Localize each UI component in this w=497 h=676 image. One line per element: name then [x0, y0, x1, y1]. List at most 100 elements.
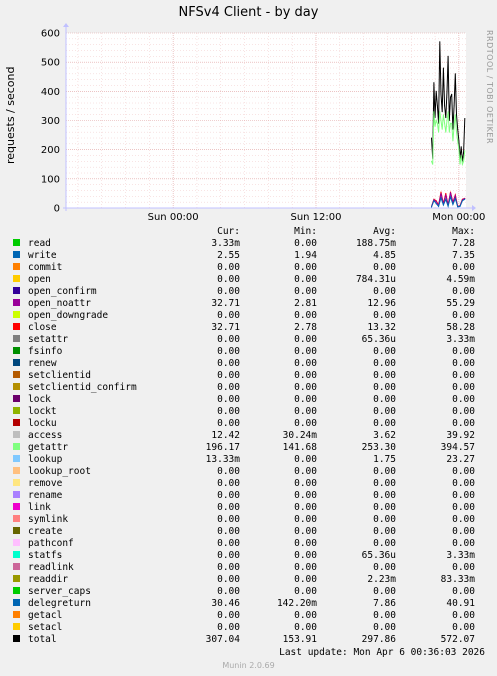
legend-row: open 0.00 0.00 784.31u 4.59m	[10, 274, 475, 286]
legend-max-value: 0.00	[452, 358, 475, 369]
data-point-getattr	[450, 122, 451, 124]
data-point-delegreturn	[447, 205, 449, 207]
legend-row: server_caps 0.00 0.00 0.00 0.00	[10, 586, 475, 598]
legend-avg-value: 0.00	[373, 502, 396, 513]
legend-min-value: 141.68	[282, 442, 317, 453]
legend-max-value: 0.00	[452, 418, 475, 429]
legend-avg-value: 1.75	[373, 454, 396, 465]
legend-min-value: 0.00	[294, 478, 317, 489]
legend-max-value: 3.33m	[446, 550, 475, 561]
legend-min-value: 1.94	[294, 250, 317, 261]
data-point-total	[431, 137, 432, 139]
legend-table: Cur: Min: Avg: Max: read 3.33m 0.00 188.75m…	[10, 226, 475, 646]
legend-row: setacl 0.00 0.00 0.00 0.00	[10, 622, 475, 634]
data-point-getattr	[460, 155, 462, 156]
legend-avg-value: 65.36u	[361, 334, 396, 345]
data-point-getattr	[446, 120, 448, 121]
data-point-total	[453, 105, 455, 107]
legend-max-value: 0.00	[452, 538, 475, 549]
data-point-total	[450, 96, 451, 98]
legend-cur-value: 32.71	[211, 322, 240, 333]
legend-cur-value: 0.00	[217, 286, 240, 297]
legend-swatch	[13, 491, 20, 498]
legend-row: fsinfo 0.00 0.00 0.00 0.00	[10, 346, 475, 358]
data-point-getattr	[445, 131, 447, 133]
legend-min-value: 0.00	[294, 514, 317, 525]
legend-min-value: 0.00	[294, 574, 317, 585]
legend-cur-value: 0.00	[217, 466, 240, 477]
legend-series-name: create	[28, 526, 63, 537]
legend-row: locku 0.00 0.00 0.00 0.00	[10, 418, 475, 430]
legend-row: write 2.55 1.94 4.85 7.35	[10, 250, 475, 262]
data-point-getattr	[458, 149, 460, 151]
legend-cur-value: 0.00	[217, 514, 240, 525]
legend-max-value: 3.33m	[446, 334, 475, 345]
legend-max-value: 83.33m	[440, 574, 475, 585]
legend-swatch	[13, 575, 20, 582]
legend-row: remove 0.00 0.00 0.00 0.00	[10, 478, 475, 490]
data-point-getattr	[464, 150, 466, 152]
legend-avg-value: 0.00	[373, 394, 396, 405]
legend-swatch	[13, 587, 20, 594]
data-point-open_noattr	[454, 195, 456, 197]
legend-row: open_noattr 32.71 2.81 12.96 55.29	[10, 298, 475, 310]
legend-row: symlink 0.00 0.00 0.00 0.00	[10, 514, 475, 526]
legend-swatch	[13, 539, 20, 546]
legend-cur-value: 32.71	[211, 298, 240, 309]
legend-min-value: 0.00	[294, 502, 317, 513]
legend-min-value: 0.00	[294, 622, 317, 633]
legend-row: lookup_root 0.00 0.00 0.00 0.00	[10, 466, 475, 478]
legend-min-value: 0.00	[294, 526, 317, 537]
legend-cur-value: 0.00	[217, 562, 240, 573]
legend-max-value: 0.00	[452, 382, 475, 393]
data-point-getattr	[459, 163, 461, 165]
legend-series-name: rename	[28, 490, 63, 501]
legend-min-value: 0.00	[294, 310, 317, 321]
data-point-getattr	[444, 122, 446, 124]
legend-max-value: 394.57	[440, 442, 475, 453]
data-point-open_noattr	[440, 192, 442, 194]
legend-cur-value: 0.00	[217, 622, 240, 633]
y-tick-label: 200	[41, 145, 60, 156]
legend-cur-value: 0.00	[217, 394, 240, 405]
legend-series-name: lockt	[28, 406, 57, 417]
data-point-getattr	[463, 160, 465, 162]
legend-swatch	[13, 611, 20, 618]
legend-min-value: 0.00	[294, 610, 317, 621]
y-tick-label: 400	[41, 87, 60, 98]
legend-min-value: 0.00	[294, 370, 317, 381]
legend-row: statfs 0.00 0.00 65.36u 3.33m	[10, 550, 475, 562]
legend-series-name: readlink	[28, 562, 74, 573]
data-point-delegreturn	[452, 204, 454, 205]
legend-max-value: 0.00	[452, 562, 475, 573]
legend-row: open_downgrade 0.00 0.00 0.00 0.00	[10, 310, 475, 322]
legend-min-value: 0.00	[294, 382, 317, 393]
legend-min-value: 0.00	[294, 490, 317, 501]
legend-cur-value: 0.00	[217, 310, 240, 321]
legend-series-name: symlink	[28, 514, 69, 525]
legend-avg-value: 65.36u	[361, 550, 396, 561]
legend-swatch	[13, 275, 20, 282]
legend-row: read 3.33m 0.00 188.75m 7.28	[10, 238, 475, 250]
legend-avg-value: 0.00	[373, 526, 396, 537]
x-axis-arrow	[472, 205, 476, 211]
legend-cur-value: 0.00	[217, 370, 240, 381]
legend-avg-value: 0.00	[373, 586, 396, 597]
data-point-getattr	[453, 125, 455, 127]
data-point-total	[458, 140, 460, 142]
y-tick-label: 500	[41, 58, 60, 69]
legend-avg-value: 0.00	[373, 490, 396, 501]
data-point-getattr	[441, 128, 443, 130]
col-min-header: Min:	[294, 226, 317, 237]
legend-max-value: 7.35	[452, 250, 475, 261]
legend-avg-value: 0.00	[373, 358, 396, 369]
legend-avg-value: 0.00	[373, 478, 396, 489]
legend-series-name: setattr	[28, 334, 69, 345]
legend-swatch	[13, 251, 20, 258]
legend-row: readdir 0.00 0.00 2.23m 83.33m	[10, 574, 475, 586]
data-point-total	[444, 105, 446, 107]
legend-cur-value: 0.00	[217, 382, 240, 393]
legend-cur-value: 0.00	[217, 346, 240, 357]
legend-swatch	[13, 287, 20, 294]
data-point-delegreturn	[440, 197, 442, 199]
